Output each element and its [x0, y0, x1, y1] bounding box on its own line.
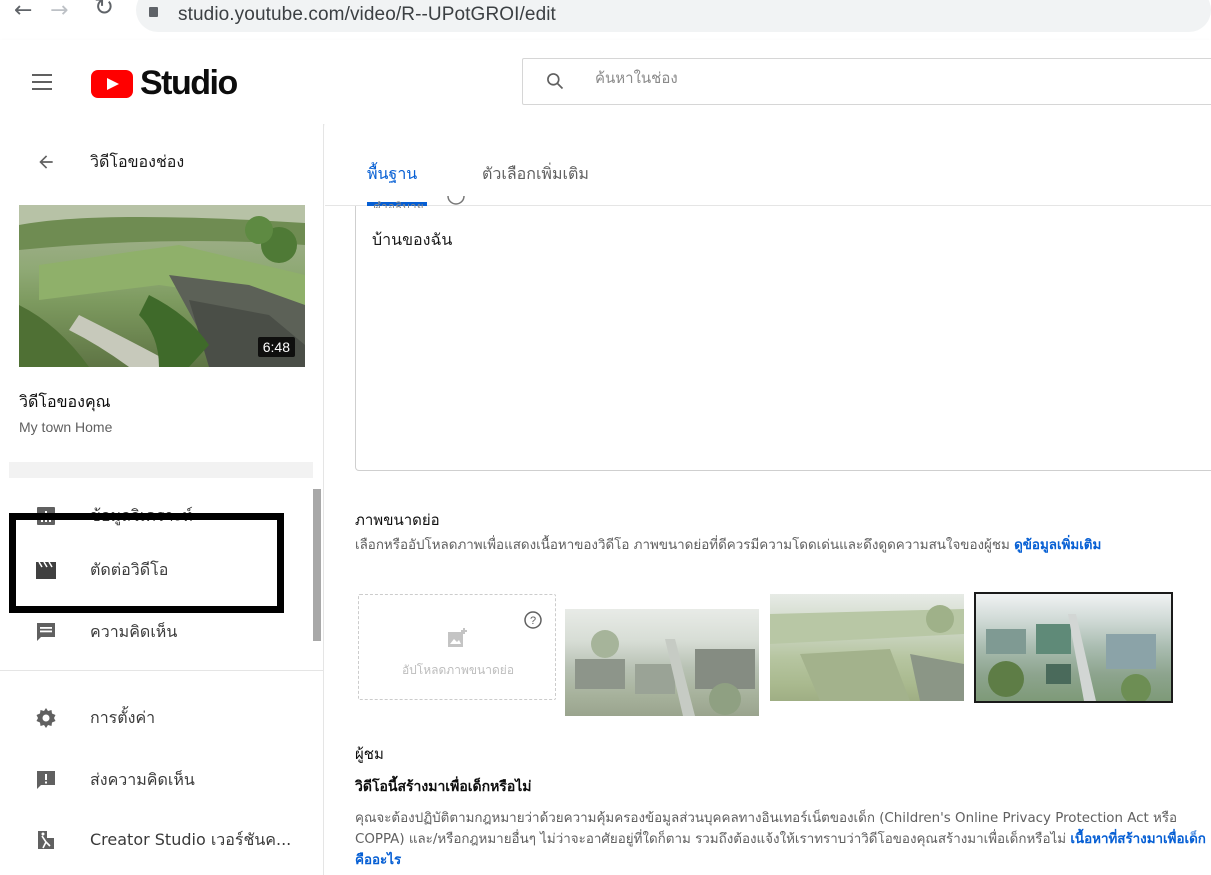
sidebar-scrollbar[interactable] — [313, 489, 321, 641]
comments-icon — [37, 623, 55, 641]
video-title: My town Home — [19, 419, 113, 435]
browser-toolbar: ← → ↻ studio.youtube.com/video/R--UPotGR… — [0, 0, 1211, 40]
studio-header: Studio — [0, 40, 1211, 124]
url-text[interactable]: studio.youtube.com/video/R--UPotGROI/edi… — [178, 4, 556, 26]
aerial-village-image — [986, 614, 1156, 701]
thumbnail-option-2[interactable] — [770, 594, 964, 701]
back-label[interactable]: วิดีโอของช่อง — [90, 150, 184, 175]
logo-text: Studio — [140, 64, 238, 102]
description-label: คำอธิบาย — [373, 200, 424, 208]
sidebar-item-label: ตัดต่อวิดีโอ — [90, 560, 169, 579]
video-duration: 6:48 — [257, 337, 295, 357]
menu-icon[interactable] — [32, 74, 52, 90]
analytics-icon — [37, 507, 55, 525]
add-photo-icon — [448, 628, 467, 647]
learn-more-link[interactable]: ดูข้อมูลเพิ่มเติม — [1014, 538, 1101, 553]
sidebar-item-label: ความคิดเห็น — [90, 622, 178, 641]
browser-reload-icon[interactable]: ↻ — [94, 0, 114, 19]
sidebar-item-label: การตั้งค่า — [90, 708, 156, 727]
sidebar-divider — [0, 670, 324, 671]
sidebar-item-label: ข้อมูลวิเคราะห์ — [90, 506, 193, 525]
thumbnail-option-1[interactable] — [565, 609, 759, 716]
made-for-kids-description-text: คุณจะต้องปฏิบัติตามกฎหมายว่าด้วยความคุ้ม… — [355, 811, 1178, 847]
browser-back-icon[interactable]: ← — [14, 0, 32, 22]
your-video-label: วิดีโอของคุณ — [19, 392, 111, 411]
upload-thumbnail-label: อัปโหลดภาพขนาดย่อ — [401, 663, 515, 677]
audience-section-title: ผู้ชม — [355, 745, 384, 763]
clapperboard-icon — [36, 561, 56, 579]
search-icon[interactable] — [545, 71, 565, 91]
made-for-kids-description: คุณจะต้องปฏิบัติตามกฎหมายว่าด้วยความคุ้ม… — [355, 808, 1211, 871]
main-content: พื้นฐาน ตัวเลือกเพิ่มเติม คำอธิบาย บ้านข… — [325, 124, 1211, 875]
help-icon[interactable]: ? — [523, 610, 543, 630]
search-input[interactable] — [595, 69, 1095, 87]
sidebar-item-label: ส่งความคิดเห็น — [90, 770, 195, 789]
sidebar-separator — [9, 462, 313, 478]
description-field[interactable]: คำอธิบาย บ้านของฉัน — [355, 196, 1211, 471]
youtube-play-icon — [91, 70, 133, 98]
sidebar-item-label: Creator Studio เวอร์ชันค... — [90, 830, 292, 849]
thumbnail-section-title: ภาพขนาดย่อ — [355, 511, 440, 529]
sidebar-item-feedback[interactable]: ส่งความคิดเห็น — [0, 754, 313, 806]
sidebar-item-editor[interactable]: ตัดต่อวิดีโอ — [0, 544, 313, 596]
back-arrow-icon[interactable] — [36, 152, 56, 172]
svg-text:?: ? — [530, 615, 536, 627]
classic-studio-icon — [38, 831, 54, 849]
back-to-channel-videos[interactable]: วิดีโอของช่อง — [0, 138, 324, 186]
upload-thumbnail-button[interactable]: ? อัปโหลดภาพขนาดย่อ — [358, 594, 556, 700]
sidebar: วิดีโอของช่อง 6:48 วิดีโอของคุณ My town … — [0, 124, 324, 875]
tab-basic[interactable]: พื้นฐาน — [367, 162, 417, 187]
thumbnail-option-3-selected[interactable] — [974, 592, 1173, 703]
sidebar-item-classic-studio[interactable]: Creator Studio เวอร์ชันค... — [0, 814, 313, 866]
sidebar-item-settings[interactable]: การตั้งค่า — [0, 692, 313, 744]
aerial-village-image — [575, 630, 755, 716]
lock-icon — [149, 7, 158, 17]
help-icon[interactable] — [446, 196, 466, 210]
made-for-kids-question: วิดีโอนี้สร้างมาเพื่อเด็กหรือไม่ — [355, 779, 532, 795]
video-thumbnail[interactable]: 6:48 — [19, 205, 305, 367]
description-text[interactable]: บ้านของฉัน — [372, 228, 452, 253]
thumbnail-description: เลือกหรืออัปโหลดภาพเพื่อแสดงเนื้อหาของวิ… — [355, 536, 1211, 556]
search-box[interactable] — [522, 58, 1211, 105]
sidebar-item-comments[interactable]: ความคิดเห็น — [0, 606, 313, 658]
tab-more-options[interactable]: ตัวเลือกเพิ่มเติม — [482, 162, 589, 187]
sidebar-item-analytics[interactable]: ข้อมูลวิเคราะห์ — [0, 490, 313, 542]
gear-icon — [36, 708, 56, 728]
aerial-field-image — [770, 605, 964, 701]
browser-forward-icon[interactable]: → — [50, 0, 68, 22]
feedback-icon — [37, 771, 55, 789]
thumbnail-description-text: เลือกหรืออัปโหลดภาพเพื่อแสดงเนื้อหาของวิ… — [355, 538, 1015, 553]
tabs-bar: พื้นฐาน ตัวเลือกเพิ่มเติม — [325, 124, 1211, 206]
